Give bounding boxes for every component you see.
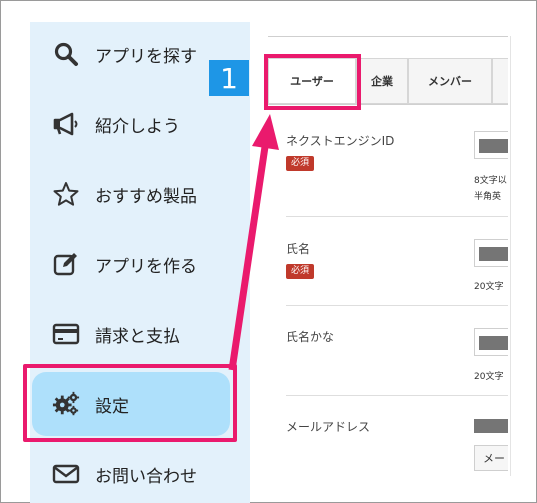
sidebar-item-label: お問い合わせ [95, 466, 197, 487]
email-button[interactable]: メー [474, 445, 508, 471]
required-badge: 必須 [286, 156, 315, 171]
sidebar-item-billing[interactable]: 請求と支払 [30, 302, 250, 366]
tab-company[interactable]: 企業 [356, 58, 408, 104]
sidebar-item-create-app[interactable]: アプリを作る [30, 232, 250, 296]
field-hint: 20文字 [474, 372, 504, 382]
search-icon [52, 40, 80, 68]
credit-card-icon [52, 320, 80, 348]
name-input[interactable] [474, 239, 508, 267]
mail-icon [52, 460, 80, 488]
panel-edge [510, 36, 511, 476]
divider [286, 216, 508, 217]
megaphone-icon [52, 110, 80, 138]
sidebar-item-label: 請求と支払 [95, 326, 180, 347]
edit-icon [52, 250, 80, 278]
tab-more[interactable] [492, 58, 508, 104]
sidebar-item-contact[interactable]: お問い合わせ [30, 442, 250, 503]
field-label-name-kana: 氏名かな [286, 330, 335, 344]
email-value [474, 419, 508, 433]
step-number-badge: 1 [209, 60, 249, 96]
field-hint: 20文字 [474, 282, 504, 292]
sidebar-item-refer[interactable]: 紹介しよう [30, 92, 250, 156]
field-hint: 8文字以 [474, 176, 507, 186]
sidebar-item-recommended[interactable]: おすすめ製品 [30, 162, 250, 226]
sidebar-item-label: アプリを作る [95, 256, 197, 277]
settings-highlight-box [23, 364, 237, 442]
field-label-email: メールアドレス [286, 420, 371, 434]
star-icon [52, 180, 80, 208]
divider [268, 36, 508, 37]
field-label-nextengine-id: ネクストエンジンID [286, 134, 395, 148]
user-tab-highlight-box [264, 54, 361, 110]
field-hint: 半角英 [474, 192, 502, 202]
sidebar-item-label: 紹介しよう [95, 116, 180, 137]
sidebar-item-label: おすすめ製品 [95, 186, 197, 207]
required-badge: 必須 [286, 264, 315, 279]
field-label-name: 氏名 [286, 242, 311, 256]
sidebar-item-label: アプリを探す [95, 46, 197, 67]
divider [286, 305, 508, 306]
name-kana-input[interactable] [474, 328, 508, 356]
tab-members[interactable]: メンバー [408, 58, 492, 104]
nextengine-id-input[interactable] [474, 131, 508, 159]
divider [286, 395, 508, 396]
